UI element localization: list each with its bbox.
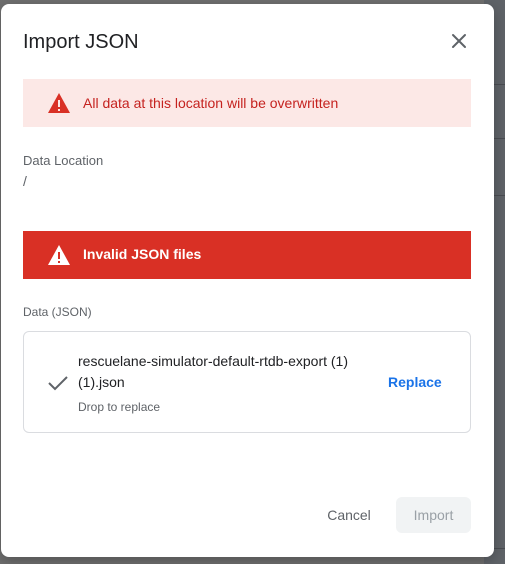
check-icon	[48, 376, 68, 391]
error-text: Invalid JSON files	[83, 246, 202, 262]
dialog-title: Import JSON	[23, 31, 139, 53]
close-button[interactable]	[447, 29, 471, 53]
data-json-label: Data (JSON)	[23, 305, 92, 319]
overwrite-warning-banner: All data at this location will be overwr…	[23, 79, 471, 127]
data-location-label: Data Location	[23, 153, 104, 168]
warning-icon	[48, 93, 70, 113]
close-icon	[452, 34, 466, 48]
drop-hint: Drop to replace	[78, 400, 161, 414]
warning-icon	[48, 245, 70, 265]
data-location-value: /	[23, 173, 27, 189]
import-button[interactable]: Import	[396, 497, 471, 533]
warning-text: All data at this location will be overwr…	[83, 95, 339, 111]
import-json-dialog: Import JSON All data at this location wi…	[1, 4, 494, 557]
invalid-json-error-banner: Invalid JSON files	[23, 231, 471, 279]
file-drop-zone[interactable]: rescuelane-simulator-default-rtdb-export…	[23, 331, 471, 433]
file-name: rescuelane-simulator-default-rtdb-export…	[78, 353, 348, 390]
replace-button[interactable]: Replace	[388, 374, 442, 390]
cancel-button[interactable]: Cancel	[315, 498, 383, 532]
